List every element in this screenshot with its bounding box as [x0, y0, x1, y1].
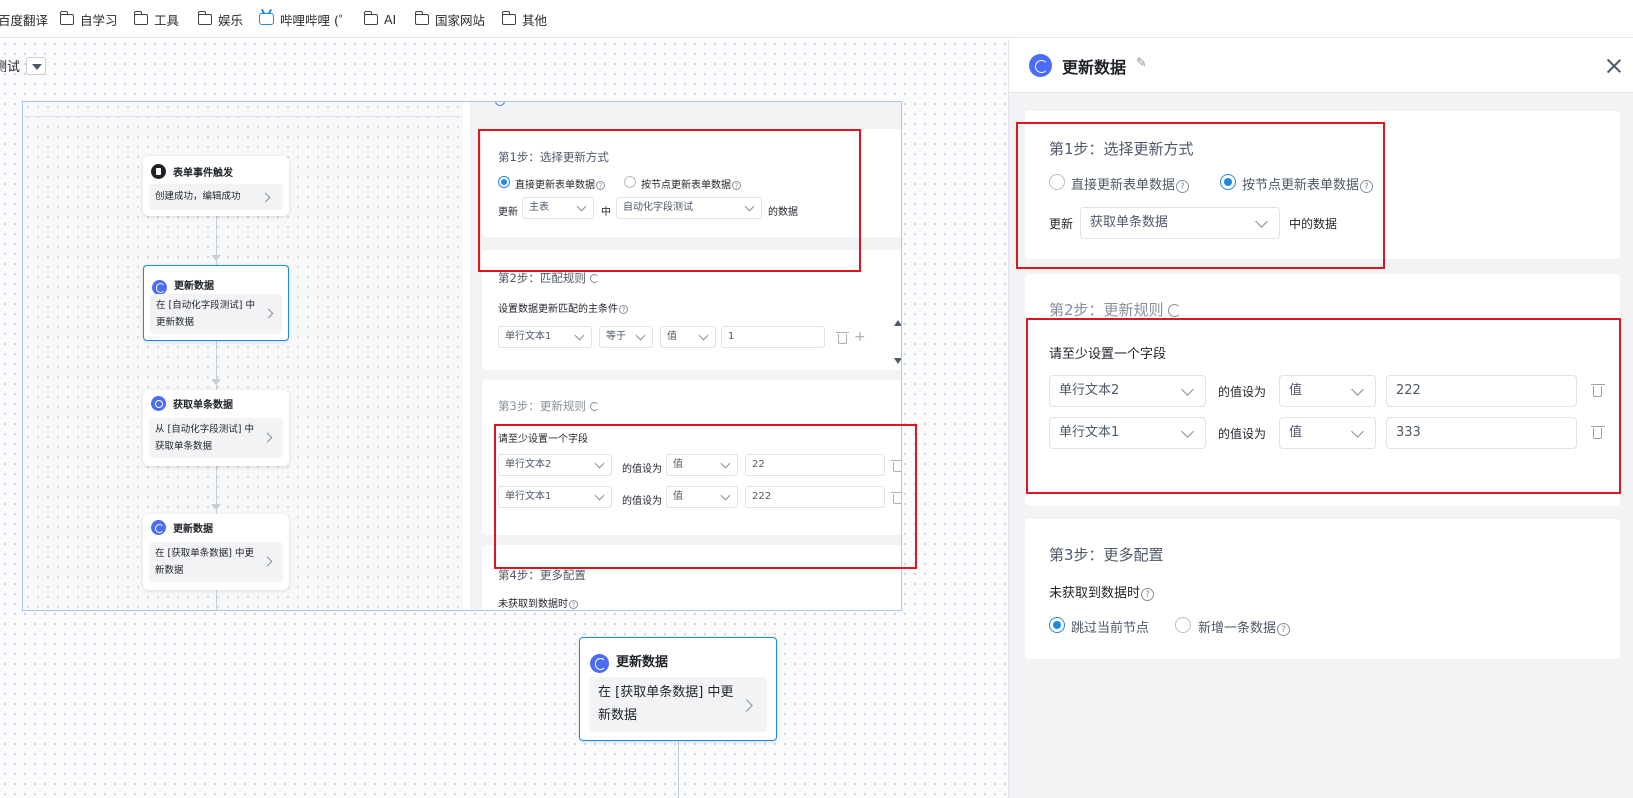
node-body: 在 [获取单条数据] 中更 新数据	[589, 677, 767, 732]
bookmark-label: 其他	[522, 12, 548, 28]
fetch-data-node[interactable]: 获取单条数据 从 [自动化字段测试] 中 获取单条数据	[143, 390, 289, 466]
update-data-node[interactable]: 更新数据 在 [获取单条数据] 中更 新数据	[579, 637, 777, 741]
refresh-icon[interactable]	[1167, 304, 1181, 317]
refresh-icon	[152, 279, 167, 295]
step-title: 第3步：更多配置	[1049, 546, 1164, 564]
node-title: 更新数据	[173, 524, 213, 535]
drawer-title: 更新数据	[1062, 58, 1127, 77]
scroll-up-icon[interactable]	[894, 320, 901, 326]
help-icon: ?	[1277, 623, 1291, 636]
step-title: 第2步：匹配规则	[498, 270, 599, 286]
node-description: 新数据	[155, 565, 184, 576]
node-description: 新数据	[598, 708, 638, 723]
node-description: 在 [自动化字段测试] 中	[156, 300, 255, 311]
bookmark-label: 工具	[154, 12, 180, 28]
refresh-icon	[1029, 54, 1052, 77]
bookmark-folder[interactable]: 其他	[501, 10, 548, 28]
refresh-icon	[590, 653, 609, 673]
node-description: 在 [获取单条数据] 中更	[598, 685, 734, 700]
canvas-toolbar: 测试	[0, 56, 47, 75]
node-description: 创建成功，编辑成功	[155, 191, 241, 202]
bookmark-folder[interactable]: 娱乐	[197, 10, 244, 28]
form-icon	[151, 164, 166, 179]
update-data-node[interactable]: 更新数据 在 [自动化字段测试] 中 更新数据	[143, 265, 289, 341]
condition-type-select[interactable]: 值	[660, 326, 716, 348]
bilibili-icon	[259, 13, 274, 25]
bookmark-label: 自学习	[80, 12, 118, 28]
folder-icon	[363, 10, 378, 25]
help-icon: ?	[569, 600, 578, 609]
node-body: 创建成功，编辑成功	[149, 184, 283, 210]
folder-icon	[197, 10, 212, 25]
bookmark-item[interactable]: 百度翻译	[0, 11, 49, 28]
bookmark-label: AI	[384, 11, 397, 27]
chevron-right-icon	[260, 192, 271, 203]
node-body: 在 [自动化字段测试] 中 更新数据	[150, 294, 282, 334]
refresh-icon	[151, 520, 166, 535]
node-description: 在 [获取单条数据] 中更	[155, 548, 254, 559]
bookmark-label: 娱乐	[218, 12, 244, 28]
option-label: 新增一条数据?	[1198, 617, 1291, 636]
update-data-node[interactable]: 更新数据 在 [获取单条数据] 中更 新数据	[143, 514, 289, 590]
bookmark-folder[interactable]: 工具	[133, 10, 180, 28]
flow-name: 测试	[0, 60, 21, 75]
refresh-icon[interactable]	[589, 274, 599, 283]
bookmark-folder[interactable]: 自学习	[59, 10, 118, 28]
condition-operator-select[interactable]: 等于	[599, 326, 653, 348]
node-title: 获取单条数据	[173, 400, 233, 411]
option-label: 跳过当前节点	[1071, 621, 1150, 636]
node-body: 从 [自动化字段测试] 中 获取单条数据	[149, 418, 283, 458]
condition-field-select[interactable]: 单行文本1	[498, 326, 592, 348]
drawer-header: 更新数据 ✎	[1009, 39, 1633, 93]
radio-skip-node[interactable]	[1049, 617, 1065, 633]
add-icon[interactable]: +	[854, 329, 866, 345]
trigger-node[interactable]: 表单事件触发 创建成功，编辑成功	[143, 156, 289, 216]
mini-flow-canvas: 表单事件触发 创建成功，编辑成功 更新数据 在 [自动化字段测试] 中 更新数据	[23, 102, 463, 610]
folder-icon	[414, 10, 429, 25]
highlight-box	[1016, 122, 1385, 269]
step-title: 第3步：更新规则	[498, 398, 599, 414]
node-description: 获取单条数据	[155, 441, 213, 452]
bookmarks-bar: 百度翻译 自学习 工具 娱乐 哔哩哔哩 (゜ AI 国家网站 其他	[0, 0, 1633, 38]
node-title: 更新数据	[616, 655, 669, 670]
step-title: 第2步：更新规则	[1049, 299, 1181, 320]
scroll-down-icon[interactable]	[894, 358, 901, 364]
bookmark-label: 百度翻译	[0, 12, 49, 28]
step-title: 第4步：更多配置	[498, 568, 586, 582]
bookmark-folder[interactable]: AI	[363, 10, 397, 27]
highlight-box	[494, 424, 917, 569]
highlight-box	[478, 129, 861, 272]
folder-icon	[133, 10, 148, 25]
folder-icon	[501, 10, 516, 25]
node-description: 从 [自动化字段测试] 中	[155, 424, 254, 435]
search-icon	[151, 396, 166, 411]
node-description: 更新数据	[156, 317, 195, 328]
node-title: 表单事件触发	[173, 168, 233, 179]
bookmark-item[interactable]: 哔哩哔哩 (゜	[259, 11, 352, 28]
close-icon[interactable]	[1606, 58, 1622, 74]
delete-icon[interactable]	[836, 332, 849, 344]
refresh-icon[interactable]	[589, 402, 599, 411]
bookmark-label: 国家网站	[435, 12, 486, 28]
config-label: 未获取到数据时?	[498, 595, 578, 610]
highlight-box	[1026, 318, 1621, 494]
config-label: 未获取到数据时?	[1049, 582, 1155, 601]
bookmark-label: 哔哩哔哩 (゜	[280, 12, 352, 28]
condition-label: 设置数据更新匹配的主条件?	[498, 300, 628, 315]
help-icon: ?	[619, 305, 628, 314]
step3-card: 第3步：更多配置 未获取到数据时? 跳过当前节点 新增一条数据?	[1025, 519, 1620, 659]
edit-icon[interactable]: ✎	[1136, 56, 1147, 71]
radio-add-record[interactable]	[1175, 617, 1191, 633]
help-icon: ?	[1141, 588, 1155, 601]
folder-icon	[59, 10, 74, 25]
flow-dropdown-button[interactable]	[26, 56, 47, 75]
bookmark-folder[interactable]: 国家网站	[414, 10, 486, 28]
condition-value-input[interactable]: 1	[721, 326, 825, 348]
node-body: 在 [获取单条数据] 中更 新数据	[149, 542, 283, 582]
